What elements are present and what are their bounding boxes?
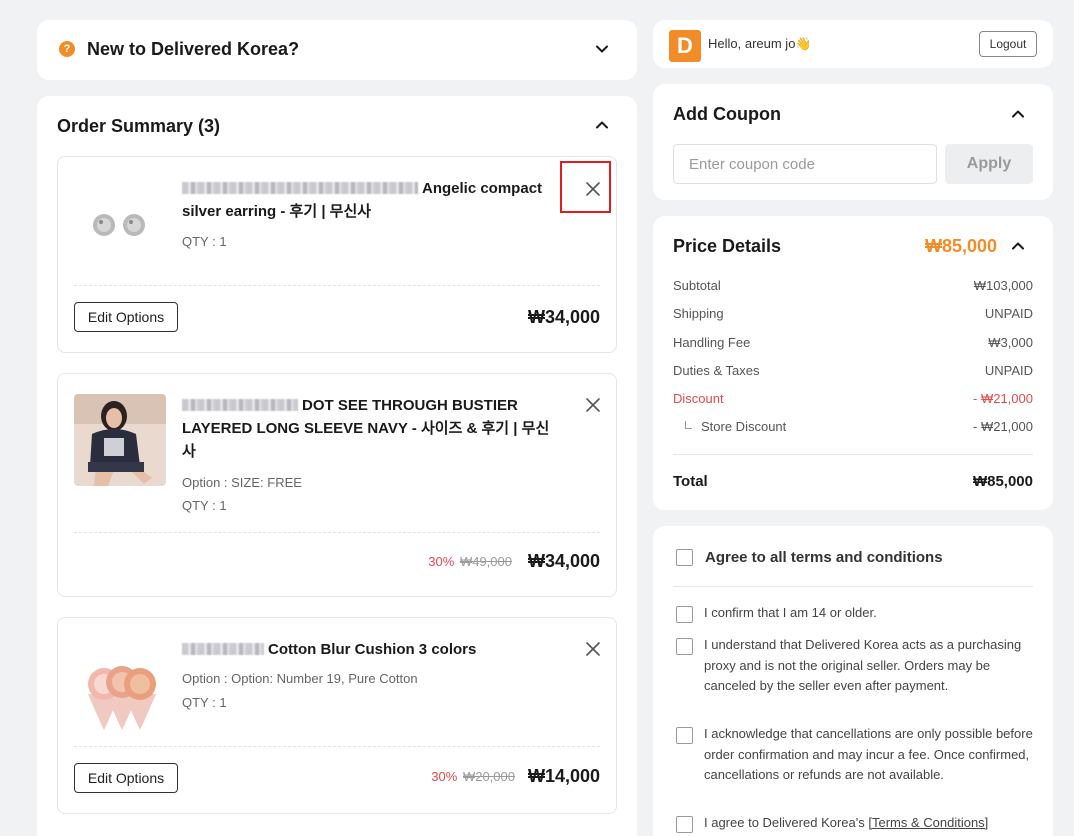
price-details-title: Price Details xyxy=(673,236,782,256)
term-checkbox[interactable] xyxy=(676,816,693,833)
item-divider xyxy=(74,746,600,747)
price-row-subtotal: Subtotal ₩103,000 xyxy=(673,278,1033,293)
sweater-thumbnail xyxy=(74,394,166,486)
chevron-up-icon[interactable] xyxy=(1010,238,1026,254)
item-qty: QTY : 1 xyxy=(182,695,227,710)
price-row-handling: Handling Fee ₩3,000 xyxy=(673,335,1033,350)
price-details-card: Price Details ₩85,000 Subtotal ₩103,000 S… xyxy=(653,216,1053,510)
apply-button[interactable]: Apply xyxy=(945,144,1033,184)
cart-item: Angelic compact silver earring - 후기 | 무신… xyxy=(57,156,617,353)
agree-all-label: Agree to all terms and conditions xyxy=(705,549,943,566)
price-row-shipping: Shipping UNPAID xyxy=(673,306,1033,321)
edit-options-button[interactable]: Edit Options xyxy=(74,763,178,793)
terms-link[interactable]: [Terms & Conditions] xyxy=(868,815,988,830)
item-divider xyxy=(74,532,600,533)
item-name[interactable]: DOT SEE THROUGH BUSTIER LAYERED LONG SLE… xyxy=(182,394,562,463)
price-divider xyxy=(673,454,1033,455)
order-summary-title: Order Summary (3) xyxy=(57,116,221,136)
item-name[interactable]: Cotton Blur Cushion 3 colors xyxy=(182,638,562,661)
agree-all-checkbox[interactable] xyxy=(676,549,693,566)
term-label: I confirm that I am 14 or older. xyxy=(704,605,877,620)
item-divider xyxy=(74,285,600,286)
item-option: Option : SIZE: FREE xyxy=(182,475,302,490)
term-checkbox[interactable] xyxy=(676,727,693,744)
faq-card[interactable]: ? New to Delivered Korea? xyxy=(37,20,637,80)
logout-button[interactable]: Logout xyxy=(979,31,1037,57)
term-checkbox[interactable] xyxy=(676,638,693,655)
price-row-store-discount: Store Discount - ₩21,000 xyxy=(673,419,1033,437)
blurred-brand xyxy=(182,182,418,194)
header-total: ₩85,000 xyxy=(924,236,997,256)
item-original-price: 30% ₩20,000 xyxy=(431,769,515,784)
chevron-down-icon[interactable] xyxy=(594,41,610,57)
faq-title: New to Delivered Korea? xyxy=(87,39,300,59)
coupon-input[interactable] xyxy=(673,144,937,184)
term-label: I agree to Delivered Korea's [Terms & Co… xyxy=(704,815,989,830)
item-name[interactable]: Angelic compact silver earring - 후기 | 무신… xyxy=(182,177,562,223)
blurred-brand xyxy=(182,643,264,655)
item-option: Option : Option: Number 19, Pure Cotton xyxy=(182,671,418,686)
coupon-card: Add Coupon Apply xyxy=(653,84,1053,200)
terms-card: Agree to all terms and conditions I conf… xyxy=(653,526,1053,836)
term-checkbox[interactable] xyxy=(676,606,693,623)
logo: D xyxy=(669,30,701,62)
price-total-row: Total ₩85,000 xyxy=(673,473,1033,490)
item-price: ₩34,000 xyxy=(527,551,600,571)
item-price: ₩34,000 xyxy=(527,307,600,327)
close-icon[interactable] xyxy=(584,396,602,414)
blurred-brand xyxy=(182,399,298,411)
question-icon: ? xyxy=(59,41,75,57)
term-label: I understand that Delivered Korea acts a… xyxy=(704,637,1022,694)
price-row-duties: Duties & Taxes UNPAID xyxy=(673,363,1033,378)
item-price: ₩14,000 xyxy=(527,766,600,786)
earring-thumbnail xyxy=(74,177,166,269)
item-qty: QTY : 1 xyxy=(182,234,227,249)
sub-item-indicator xyxy=(685,421,692,429)
edit-options-button[interactable]: Edit Options xyxy=(74,302,178,332)
item-original-price: 30% ₩49,000 xyxy=(428,554,512,569)
term-label: I acknowledge that cancellations are onl… xyxy=(704,726,1033,783)
cart-item: Cotton Blur Cushion 3 colors Option : Op… xyxy=(57,617,617,814)
item-qty: QTY : 1 xyxy=(182,498,227,513)
coupon-title: Add Coupon xyxy=(673,104,781,124)
user-card: D Hello, areum jo👋 Logout xyxy=(653,20,1053,68)
cushion-thumbnail xyxy=(74,638,166,730)
price-row-discount: Discount - ₩21,000 xyxy=(673,391,1033,406)
order-summary-card: Order Summary (3) Angelic compact silver… xyxy=(37,96,637,836)
chevron-up-icon[interactable] xyxy=(1010,106,1026,122)
cart-item: DOT SEE THROUGH BUSTIER LAYERED LONG SLE… xyxy=(57,373,617,597)
close-icon[interactable] xyxy=(584,640,602,658)
greeting: Hello, areum jo👋 xyxy=(708,36,812,51)
chevron-up-icon[interactable] xyxy=(594,117,610,133)
terms-divider xyxy=(673,586,1033,587)
close-icon[interactable] xyxy=(584,180,602,198)
